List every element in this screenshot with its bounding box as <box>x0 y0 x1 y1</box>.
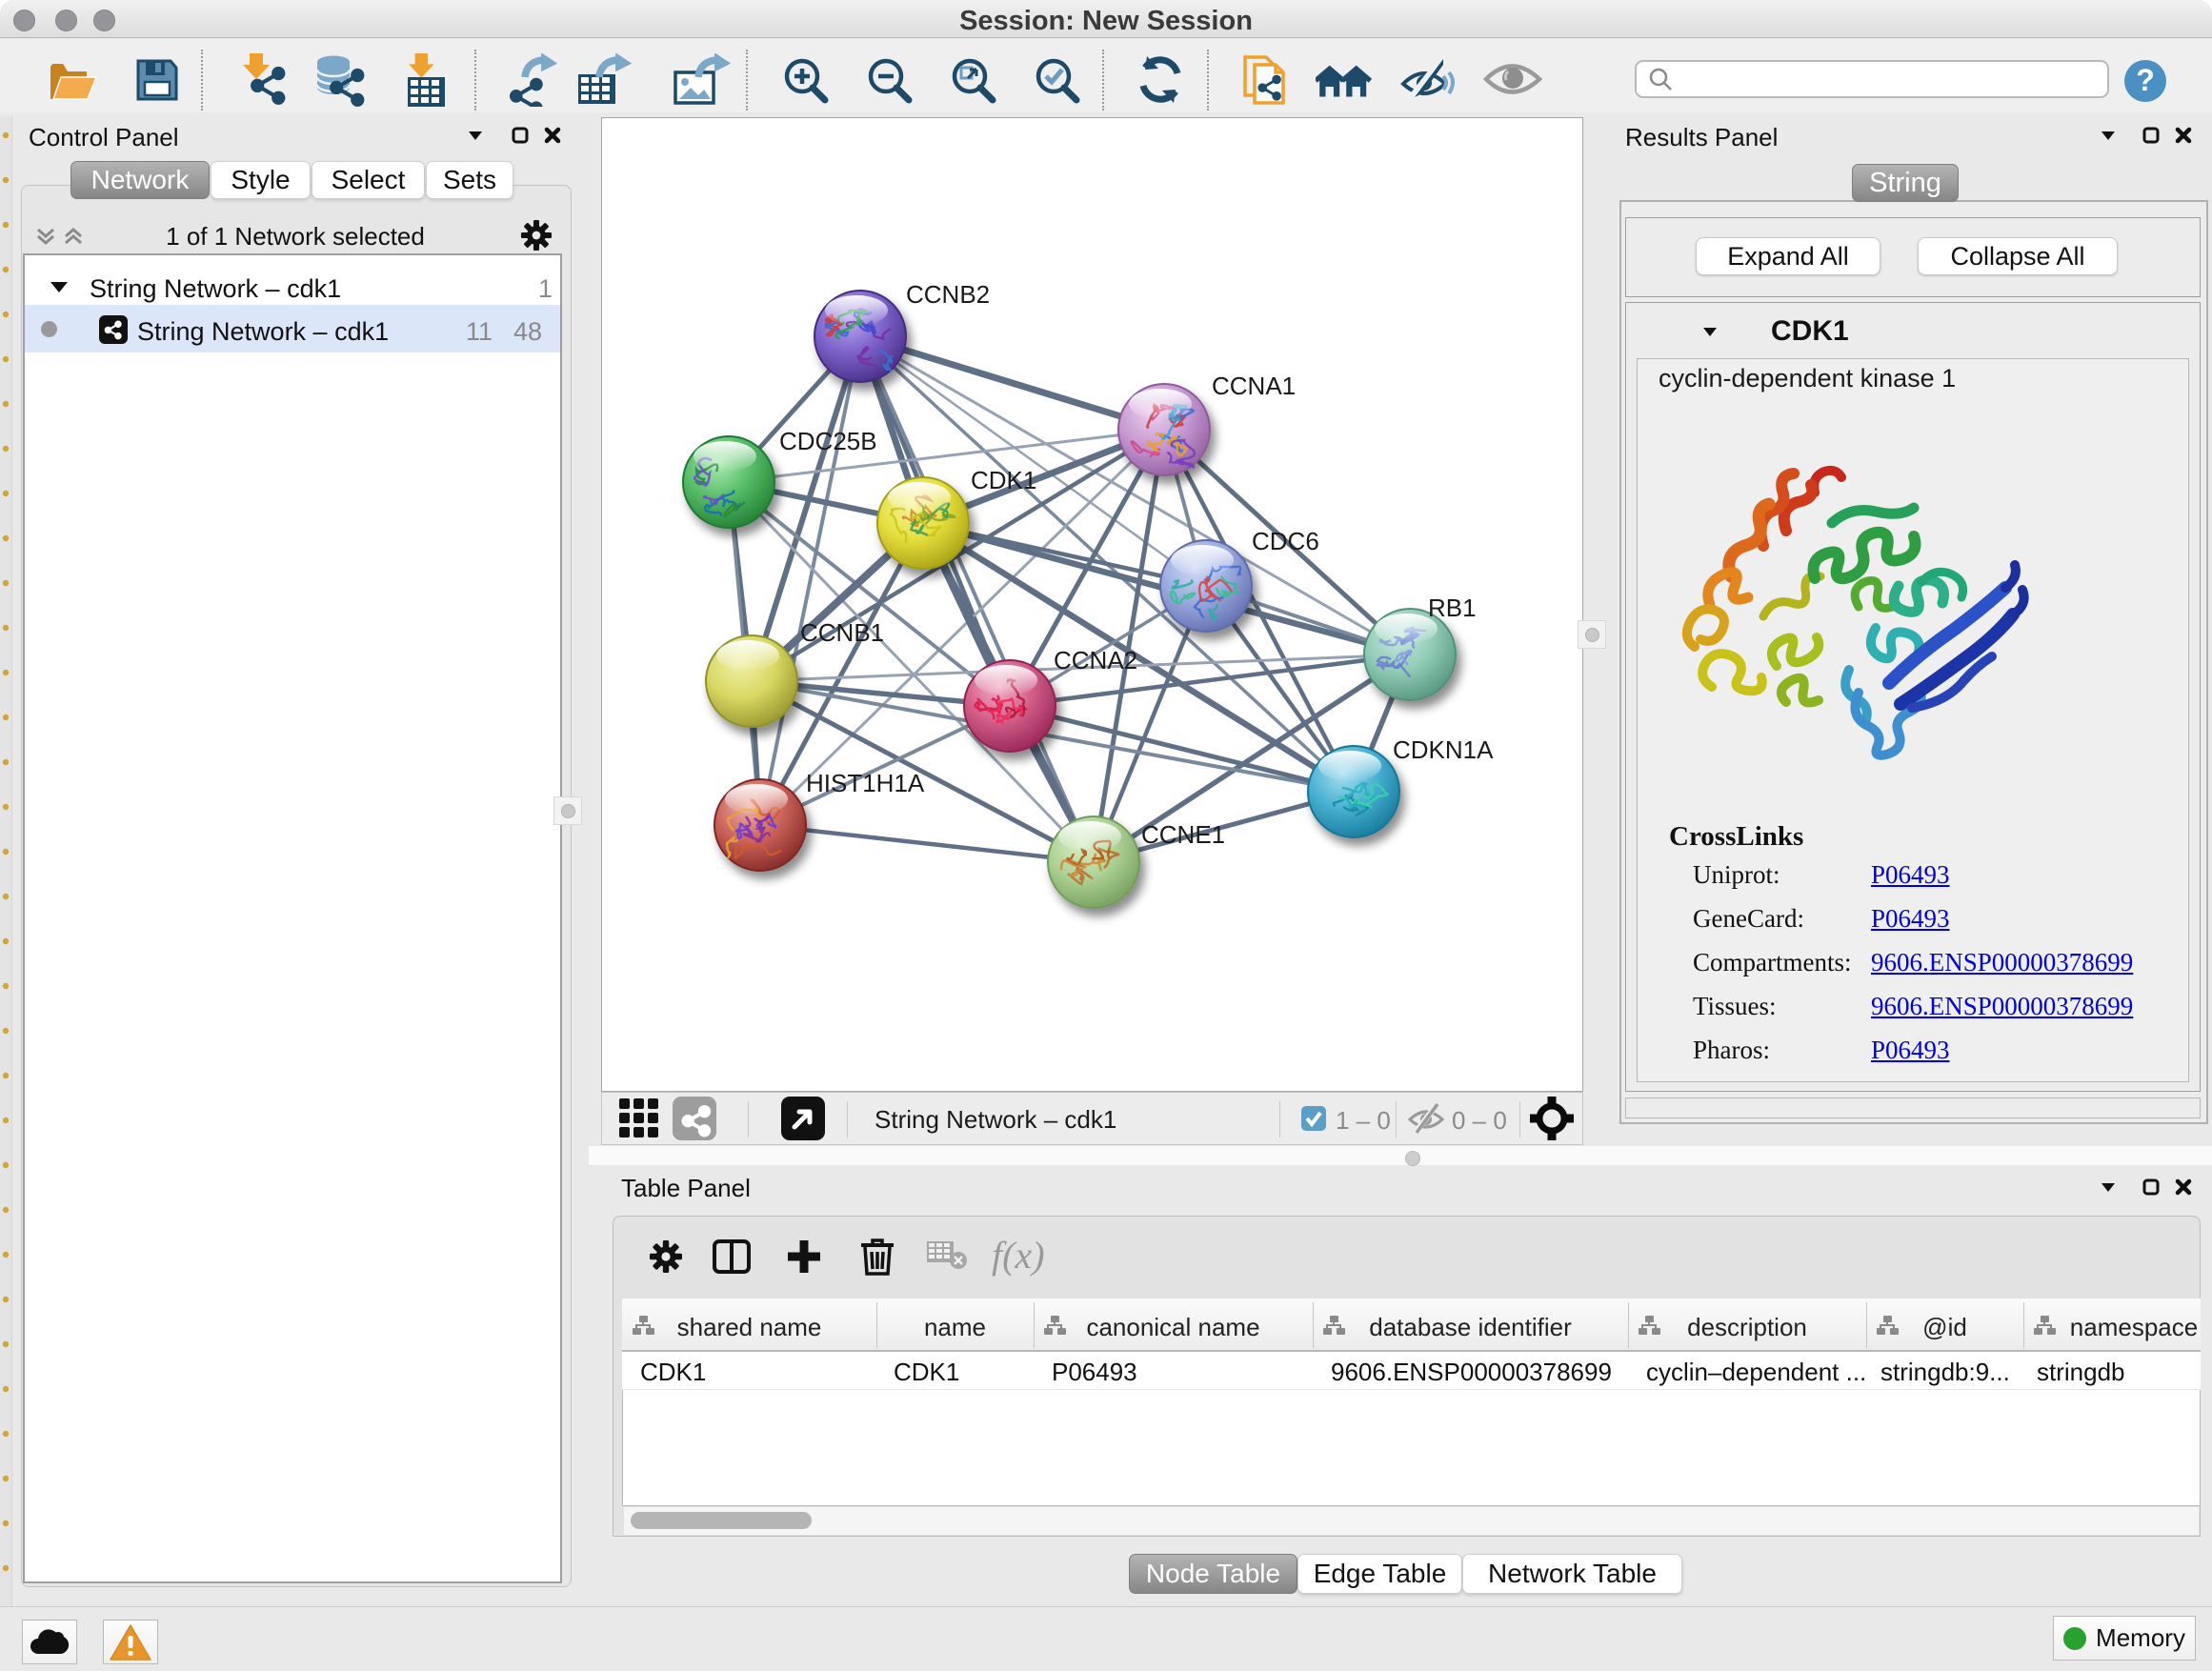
svg-text:CDKN1A: CDKN1A <box>1393 735 1494 764</box>
svg-text:HIST1H1A: HIST1H1A <box>806 769 925 797</box>
svg-text:CDC25B: CDC25B <box>779 427 877 455</box>
svg-text:RB1: RB1 <box>1428 594 1477 622</box>
svg-text:CCNA2: CCNA2 <box>1054 646 1137 674</box>
svg-text:CDK1: CDK1 <box>971 466 1036 494</box>
svg-text:CCNE1: CCNE1 <box>1141 820 1225 849</box>
svg-text:CDC6: CDC6 <box>1252 527 1319 555</box>
svg-text:?: ? <box>2136 63 2155 97</box>
svg-text:CCNA1: CCNA1 <box>1212 372 1296 400</box>
svg-text:CCNB1: CCNB1 <box>800 618 884 647</box>
svg-text:CCNB2: CCNB2 <box>906 280 990 309</box>
